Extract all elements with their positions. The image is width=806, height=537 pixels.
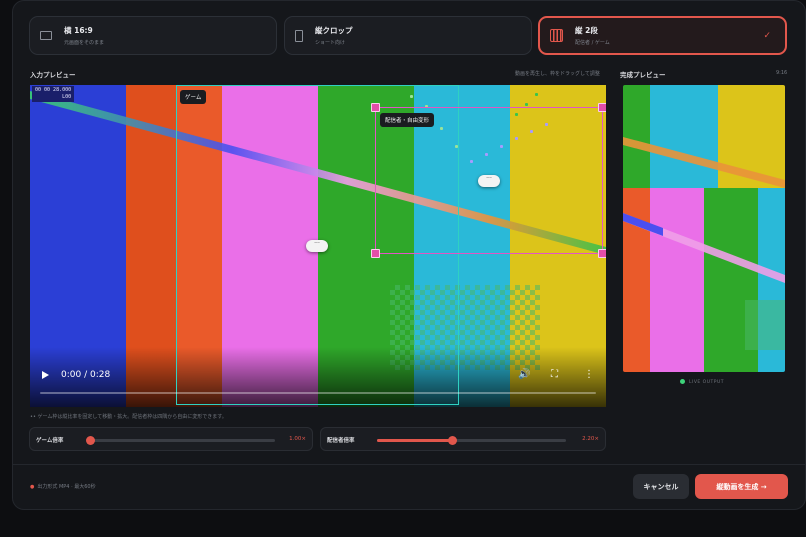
mode-title: 横 16:9 [64,26,93,35]
input-video-player[interactable]: 00 00 28.000 L00 ゲーム 配信者・自由変形 ··· ··· 0:… [30,85,606,407]
slider-value: 2.20× [582,436,599,442]
slider-thumb[interactable] [448,436,458,445]
particle-dot [535,93,538,96]
slider-label: 配信者倍率 [327,438,355,444]
mode-subtitle: 元画面をそのまま [64,40,105,46]
streamer-scale-slider-card: 配信者倍率 2.20× [320,427,606,451]
footer-divider [12,464,806,465]
more-options-icon[interactable]: ⋮ [584,369,594,380]
stacked-columns-icon [550,29,563,42]
input-preview-title: 入力プレビュー [30,71,76,79]
timecode-overlay: 00 00 28.000 L00 [32,86,75,102]
slider-thumb[interactable] [85,436,95,445]
timecode-line: 00 00 28.000 [35,87,72,93]
mode-landscape-card[interactable]: 横 16:9 元画面をそのまま [29,16,277,55]
particle-dot [525,103,528,106]
live-status-dot [680,379,685,384]
input-preview-hint: 動画を再生し、枠をドラッグして調整 [515,71,600,77]
mode-portrait-crop-card[interactable]: 縦クロップ ショート向け [284,16,532,55]
live-output-indicator: LIVE OUTPUT [680,379,724,385]
output-format-text: 出力形式 MP4 · 最大60秒 [37,484,96,490]
portrait-frame-icon [295,29,303,42]
resize-handle-top-left[interactable] [371,103,380,112]
slider-value: 1.00× [289,436,306,442]
streamer-scale-slider[interactable] [377,436,566,445]
output-format-note: ● 出力形式 MP4 · 最大60秒 [30,483,96,490]
output-preview-title: 完成プレビュー [620,71,666,79]
game-drag-handle[interactable]: ··· [306,240,328,252]
generate-button[interactable]: 縦動画を生成 → [695,474,788,499]
output-preview-render [623,85,785,372]
playback-progress-bar[interactable] [40,392,596,394]
output-preview [623,85,785,372]
mode-vertical-stack-card[interactable]: 縦 2段 配信者 / ゲーム ✓ [538,16,787,55]
slider-label: ゲーム倍率 [36,438,64,444]
game-frame-label: ゲーム [180,90,207,104]
mode-subtitle: ショート向け [315,40,346,46]
mode-title: 縦クロップ [315,26,353,35]
landscape-frame-icon [40,31,52,40]
live-output-label: LIVE OUTPUT [689,380,725,385]
game-scale-slider[interactable] [85,436,275,445]
play-icon[interactable] [42,371,49,379]
mode-subtitle: 配信者 / ゲーム [575,40,610,46]
game-scale-slider-card: ゲーム倍率 1.00× [29,427,313,451]
resize-handle-bottom-left[interactable] [371,249,380,258]
streamer-frame-label: 配信者・自由変形 [380,113,435,127]
format-dot-icon: ● [30,484,35,490]
resize-handle-top-right[interactable] [598,103,606,112]
streamer-drag-handle[interactable]: ··· [478,175,500,187]
fullscreen-icon[interactable]: ⛶ [551,369,558,380]
resize-handle-bottom-right[interactable] [598,249,606,258]
cancel-button[interactable]: キャンセル [633,474,689,499]
volume-icon[interactable]: 🔊 [518,369,530,380]
playback-time: 0:00 / 0:28 [61,370,111,380]
mode-title: 縦 2段 [575,26,598,35]
check-icon: ✓ [763,31,771,41]
output-ratio-label: 9:16 [776,70,788,76]
timecode-line: L00 [62,94,72,100]
crop-instructions: •• ゲーム枠は縦比率を固定して移動・拡大。配信者枠は四隅から自由に変形できます… [30,414,227,420]
slider-fill [377,439,453,442]
